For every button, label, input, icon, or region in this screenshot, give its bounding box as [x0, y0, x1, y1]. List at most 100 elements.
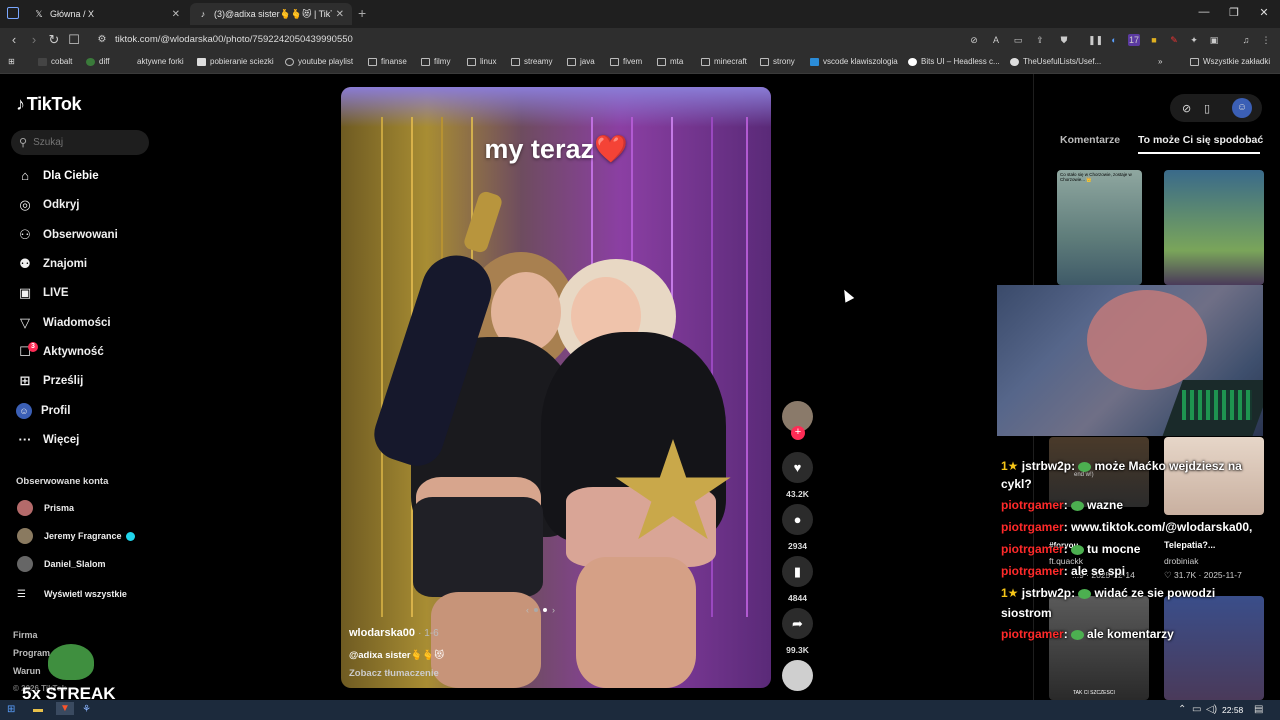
suggested-thumbnail[interactable] — [1164, 170, 1264, 285]
suggested-thumbnail[interactable]: Co stało się w Chorzowie, zostaje w Chor… — [1057, 170, 1142, 285]
app-icon[interactable]: ⚘ — [82, 704, 91, 715]
close-tab-icon[interactable]: ✕ — [172, 9, 180, 20]
all-bookmarks[interactable]: Wszystkie zakładki — [1190, 57, 1270, 66]
suggested-thumbnail[interactable]: TAK CI SZCZESCI — [1049, 596, 1149, 700]
extension-icon[interactable]: ■ — [1148, 34, 1160, 46]
comment-button[interactable]: ● 2934 — [782, 504, 813, 551]
bookmark-folder[interactable]: fivem — [610, 57, 642, 66]
nav-friends[interactable]: ⚉ Znajomi — [16, 254, 87, 274]
bookmark-item[interactable]: cobalt — [38, 57, 72, 66]
footer-link[interactable]: Program — [13, 648, 50, 658]
share-icon[interactable]: ⇪ — [1034, 34, 1046, 46]
follow-button[interactable]: + — [791, 426, 805, 440]
tiktok-logo[interactable]: ♪ TikTok — [16, 94, 82, 115]
tab-suggested[interactable]: To może Ci się spodobać — [1138, 134, 1263, 146]
like-button[interactable]: ♥ 43.2K — [782, 452, 813, 499]
notification-icon[interactable]: ▤ — [1254, 704, 1263, 715]
footer-link[interactable]: Firma — [13, 630, 38, 640]
bookmark-item[interactable]: aktywne forki — [124, 57, 184, 66]
brave-icon[interactable]: ▼ — [56, 702, 74, 715]
browser-menu-icon[interactable] — [7, 7, 19, 19]
tab-comments[interactable]: Komentarze — [1060, 134, 1120, 146]
pause-icon[interactable]: ❚❚ — [1088, 34, 1103, 46]
share-button[interactable]: ➦ 99.3K — [782, 608, 813, 655]
network-icon[interactable]: ▭ — [1192, 704, 1201, 715]
next-arrow-icon[interactable]: › — [552, 605, 555, 615]
footer-link[interactable]: Warun — [13, 666, 41, 676]
bookmark-icon[interactable]: ☐ — [66, 32, 82, 48]
followed-account[interactable]: Prisma — [17, 499, 74, 517]
device-icon[interactable]: ▯ — [1204, 102, 1210, 115]
close-window-button[interactable]: ✕ — [1248, 6, 1280, 19]
nav-messages[interactable]: ▽ Wiadomości — [16, 313, 111, 333]
bookmark-folder[interactable]: linux — [467, 57, 496, 66]
nav-activity[interactable]: ☐ 3 Aktywność — [16, 342, 104, 362]
tray-chevron-icon[interactable]: ⌃ — [1178, 704, 1186, 715]
search-input[interactable] — [33, 137, 134, 148]
bookmark-folder[interactable]: finanse — [368, 57, 407, 66]
slide-indicator[interactable]: ‹ › — [526, 605, 555, 615]
menu-icon[interactable]: ⋮ — [1260, 34, 1272, 46]
extension-icon[interactable]: ◐ — [1108, 34, 1120, 46]
bookmark-item[interactable]: TheUsefulLists/Usef... — [1010, 57, 1101, 66]
translate-icon[interactable]: A — [990, 34, 1002, 46]
close-tab-icon[interactable]: ✕ — [336, 9, 344, 20]
followed-account[interactable]: Jeremy Fragrance — [17, 527, 135, 545]
sound-button[interactable] — [782, 660, 813, 691]
shield-icon[interactable]: ⛊ — [1058, 34, 1070, 46]
more-bookmarks-icon[interactable]: » — [1158, 57, 1162, 66]
minimize-button[interactable]: — — [1188, 6, 1220, 18]
bookmark-folder[interactable]: java — [567, 57, 595, 66]
suggested-caption[interactable]: Telepatia?... — [1164, 540, 1215, 550]
start-icon[interactable]: ⊞ — [7, 704, 15, 715]
see-translation-link[interactable]: Zobacz tłumaczenie — [349, 668, 439, 679]
bookmark-item[interactable]: pobieranie sciezki — [197, 57, 274, 66]
nav-explore[interactable]: ◎ Odkryj — [16, 195, 79, 215]
bookmark-item[interactable]: vscode klawiszologia — [810, 57, 898, 66]
suggested-author[interactable]: drobiniak — [1164, 556, 1199, 566]
speed-icon[interactable]: ⊘ — [1182, 102, 1191, 115]
prev-arrow-icon[interactable]: ‹ — [526, 605, 529, 615]
search-box[interactable]: ⚲ — [11, 130, 149, 155]
bookmark-folder[interactable]: minecraft — [701, 57, 747, 66]
suggested-thumbnail[interactable] — [1164, 596, 1264, 700]
new-tab-button[interactable]: + — [358, 5, 366, 21]
extensions-icon[interactable]: ✦ — [1188, 34, 1200, 46]
bookmark-folder[interactable]: streamy — [511, 57, 552, 66]
volume-icon[interactable]: ◁) — [1206, 704, 1217, 715]
bookmark-folder[interactable]: strony — [760, 57, 795, 66]
site-info-icon[interactable]: ⚙ — [94, 34, 110, 45]
apps-icon[interactable]: ⊞ — [8, 57, 15, 66]
restore-button[interactable]: ❐ — [1218, 6, 1250, 19]
bookmark-item[interactable]: Bits UI – Headless c... — [908, 57, 1000, 66]
pen-icon[interactable]: ✎ — [1168, 34, 1180, 46]
sidebar-icon[interactable]: ▣ — [1208, 34, 1220, 46]
slide-dot-active[interactable] — [543, 608, 547, 612]
bookmark-folder[interactable]: filmy — [421, 57, 450, 66]
nav-more[interactable]: ··· Więcej — [16, 430, 80, 450]
nav-live[interactable]: ▣ LIVE — [16, 283, 69, 303]
video-player[interactable]: my teraz❤️ ‹ › wlodarska00 · 1-6 @adixa … — [341, 87, 771, 688]
user-avatar[interactable]: ☺ — [1232, 98, 1252, 118]
media-icon[interactable]: ♫ — [1240, 34, 1252, 46]
nav-following[interactable]: ⚇ Obserwowani — [16, 225, 118, 245]
nav-profile[interactable]: ☺ Profil — [16, 401, 70, 421]
explorer-icon[interactable]: ▬ — [33, 704, 43, 715]
bookmark-item[interactable]: youtube playlist — [285, 57, 353, 66]
no-eye-icon[interactable]: ⊘ — [968, 34, 980, 46]
nav-for-you[interactable]: ⌂ Dla Ciebie — [16, 166, 99, 186]
nav-upload[interactable]: ⊞ Prześlij — [16, 371, 84, 391]
followed-account[interactable]: Daniel_Slalom — [17, 555, 106, 573]
cast-icon[interactable]: ▭ — [1012, 34, 1024, 46]
tab-x[interactable]: 𝕏 Główna / X ✕ — [26, 3, 188, 25]
bookmark-folder[interactable]: mta — [657, 57, 683, 66]
suggested-thumbnail[interactable] — [1164, 437, 1264, 515]
slide-dot[interactable] — [534, 608, 538, 612]
show-all-link[interactable]: ☰ Wyświetl wszystkie — [17, 585, 127, 603]
save-button[interactable]: ▮ 4844 — [782, 556, 813, 603]
url-field[interactable]: tiktok.com/@wlodarska00/photo/7592242050… — [115, 34, 353, 45]
forward-button[interactable]: › — [26, 32, 42, 47]
tab-tiktok[interactable]: ♪ (3)@adixa sister🫰🫰😻 | TikTok ✕ — [190, 3, 352, 25]
extension-badge[interactable]: 17 — [1128, 34, 1140, 46]
reload-button[interactable]: ↻ — [46, 32, 62, 48]
